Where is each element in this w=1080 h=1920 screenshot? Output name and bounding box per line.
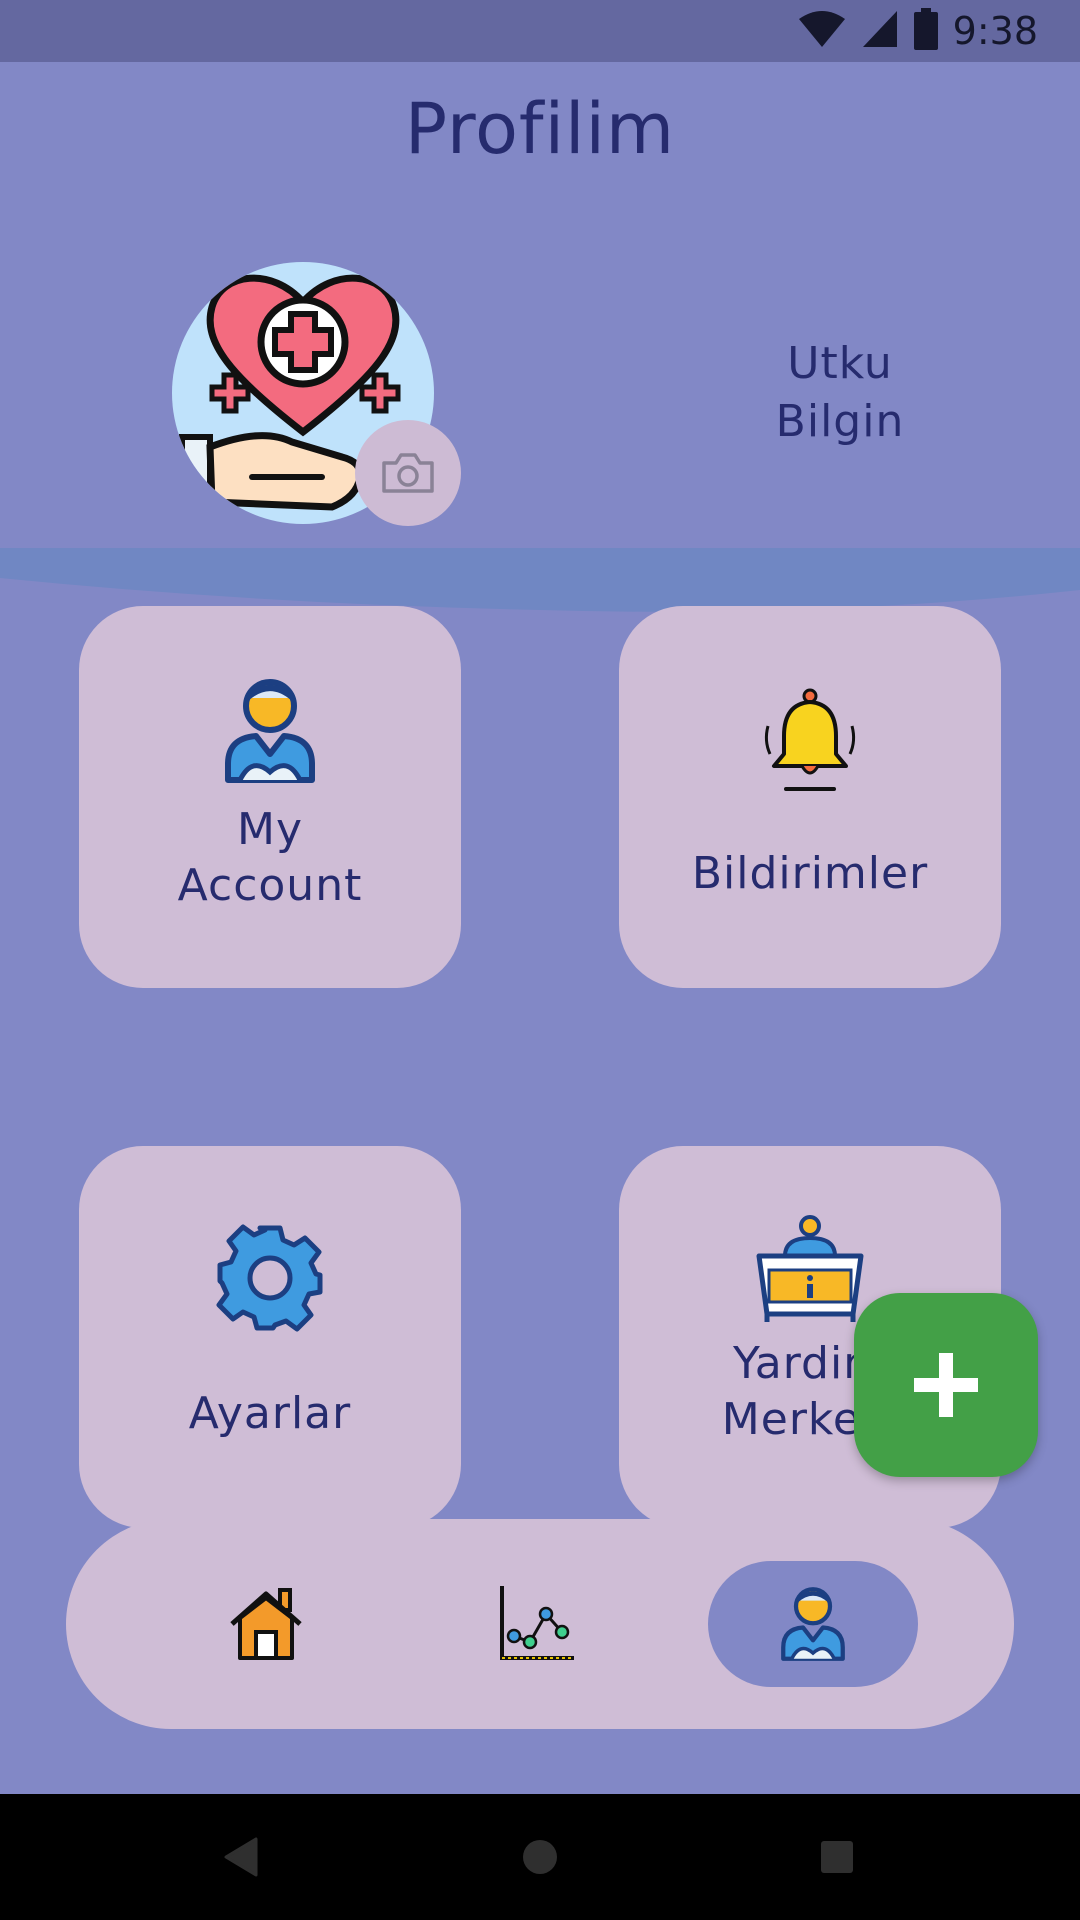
chart-icon [500, 1586, 574, 1660]
notifications-label: Bildirimler [691, 848, 929, 899]
my-account-label: My Account [79, 802, 461, 914]
status-bar: 9:38 [0, 0, 1080, 62]
battery-icon [913, 8, 939, 54]
user-name: Utku Bilgin [740, 335, 940, 451]
my-account-card[interactable]: My Account [79, 606, 461, 988]
recents-icon [821, 1841, 853, 1873]
status-icons: 9:38 [797, 8, 1038, 54]
home-icon [230, 1588, 302, 1660]
home-circle-icon [523, 1840, 557, 1874]
status-time: 9:38 [952, 9, 1038, 53]
notifications-card[interactable]: Bildirimler [619, 606, 1001, 988]
wifi-icon [797, 9, 847, 53]
plus-icon [914, 1353, 978, 1417]
nav-item-home[interactable] [196, 1519, 336, 1729]
camera-icon [382, 453, 434, 493]
gear-icon [216, 1224, 323, 1332]
system-home-button[interactable] [500, 1794, 580, 1920]
page-title: Profilim [404, 88, 676, 170]
settings-label: Ayarlar [188, 1388, 352, 1439]
bell-icon [764, 688, 856, 791]
user-icon [225, 679, 315, 783]
profile-icon [781, 1587, 845, 1661]
system-recents-button[interactable] [797, 1794, 877, 1920]
settings-card[interactable]: Ayarlar [79, 1146, 461, 1528]
help-desk-icon [756, 1215, 864, 1322]
system-nav-bar [0, 1794, 1080, 1920]
bottom-nav [66, 1519, 1014, 1729]
user-last-name: Bilgin [775, 396, 905, 447]
my-account-label-line2: Account [177, 860, 363, 911]
signal-icon [861, 9, 899, 53]
nav-item-profile[interactable] [743, 1519, 883, 1729]
my-account-label-line1: My [236, 804, 303, 855]
add-fab-button[interactable] [854, 1293, 1038, 1477]
back-icon [224, 1837, 258, 1877]
change-photo-button[interactable] [355, 420, 461, 526]
nav-item-stats[interactable] [466, 1519, 606, 1729]
system-back-button[interactable] [200, 1794, 280, 1920]
user-first-name: Utku [787, 338, 893, 389]
